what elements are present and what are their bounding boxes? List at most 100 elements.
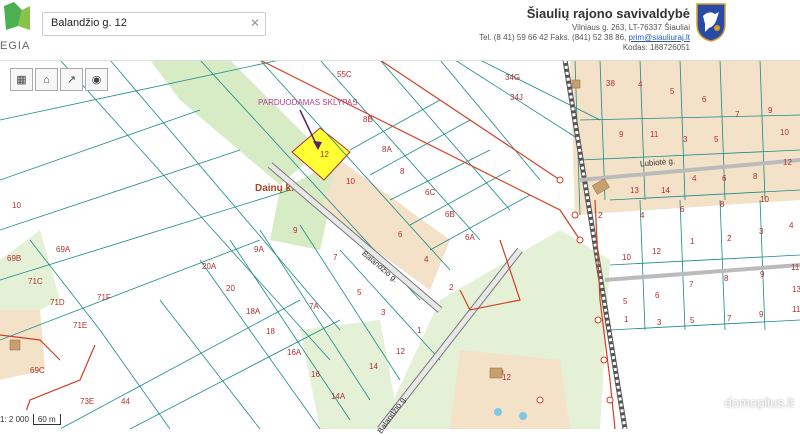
parcel-label: 71E	[73, 321, 88, 330]
parcel-label: 11	[791, 263, 800, 272]
organization-address: Vilniaus g. 263, LT-76337 Šiauliai	[571, 23, 690, 32]
parcel-label: 5	[714, 135, 719, 144]
scale-bar: 1: 2 000 60 m	[0, 410, 61, 429]
parcel-label: 1	[624, 315, 629, 324]
parcel-label: 12	[783, 158, 792, 167]
built-area	[450, 350, 570, 429]
app-logo: EGIA	[0, 0, 30, 60]
parcel-label: 7	[727, 314, 732, 323]
parcel-label: 11	[792, 305, 800, 314]
parcel-label: 14	[661, 186, 670, 195]
parcel-label: 9	[768, 106, 773, 115]
organization-contacts: Tel. (8 41) 59 66 42 Faks. (841) 52 38 8…	[479, 33, 690, 43]
map-canvas	[0, 60, 800, 429]
mouse-icon[interactable]: ⌂	[35, 68, 58, 91]
parcel-label: 18A	[246, 307, 261, 316]
parcel-label: 4	[692, 174, 697, 183]
parcel-label: 20A	[202, 262, 217, 271]
parcel-label: 4	[424, 255, 429, 264]
measure-icon[interactable]: ▦	[10, 68, 33, 91]
parcel-label: 55C	[337, 70, 352, 79]
parcel-label: 2	[727, 234, 732, 243]
parcel-label: 4	[640, 211, 645, 220]
parcel-label: 2	[449, 283, 454, 292]
parcel-label: 16A	[287, 348, 302, 357]
cadastral-map[interactable]	[0, 60, 800, 429]
parcel-label: 3	[381, 308, 386, 317]
parcel-label: 20	[226, 284, 235, 293]
map-toolbar: ▦ ⌂ ↗ ◉	[10, 68, 108, 91]
search-input[interactable]: Balandžio g. 12 ✕	[42, 12, 266, 36]
parcel-label: 6	[680, 205, 685, 214]
parcel-label: 8	[720, 200, 725, 209]
parcel-label: 6A	[465, 233, 475, 242]
parcel-label: 4	[638, 80, 643, 89]
logo-text: EGIA	[0, 40, 31, 52]
parcel-label: 6	[655, 291, 660, 300]
parcel-label: 8	[724, 274, 729, 283]
parcel-label: 12	[652, 247, 661, 256]
parcel-label: 14A	[331, 392, 346, 401]
parcel-label: 3	[683, 135, 688, 144]
parcel-label: 34J	[510, 93, 523, 102]
parcel-label: 13	[792, 285, 800, 294]
parcel-label: 8	[400, 167, 405, 176]
parcel-label: 5	[690, 316, 695, 325]
watermark: domoplius.lt	[724, 395, 794, 410]
parcel-label: 13	[630, 186, 639, 195]
parcel-label: 18	[266, 327, 275, 336]
parcel-label: 11	[650, 130, 659, 139]
scale-distance: 60 m	[32, 414, 61, 425]
parcel-label: 38	[606, 79, 615, 88]
parcel-label: 9	[759, 310, 764, 319]
parcel-label: 69C	[30, 366, 45, 375]
parcel-label: 6	[398, 230, 403, 239]
parcel-label: 10	[780, 128, 789, 137]
target-icon[interactable]: ◉	[85, 68, 108, 91]
parcel-label: 4	[789, 221, 794, 230]
clear-search-icon[interactable]: ✕	[250, 16, 260, 30]
parcel-label: 5	[623, 297, 628, 306]
parcel-label: 14	[369, 362, 378, 371]
organization-code: Kodas: 188726051	[622, 43, 690, 52]
parcel-label: 44	[121, 397, 130, 406]
phone-text: Tel. (8 41) 59 66 42 Faks. (841) 52 38 8…	[479, 33, 627, 42]
parcel-label: 7	[735, 110, 740, 119]
parcel-label: 71C	[28, 277, 43, 286]
parcel-label: 5	[357, 288, 362, 297]
parcel-label: 71F	[97, 293, 111, 302]
parcel-label: 8A	[382, 145, 392, 154]
parcel-label: 69B	[7, 254, 22, 263]
parcel-label: 9	[760, 270, 765, 279]
parcel-label: 12	[502, 373, 511, 382]
parcel-label: 8B	[363, 115, 373, 124]
organization-name: Šiaulių rajono savivaldybė	[526, 6, 690, 21]
parcel-label: 7	[689, 280, 694, 289]
parcel-label: 6	[702, 95, 707, 104]
parcel-label: 6C	[425, 188, 436, 197]
coat-of-arms-icon	[696, 3, 726, 42]
parcel-label: 34G	[505, 73, 521, 82]
parcel-label: 2	[598, 211, 603, 220]
scale-ratio: 1: 2 000	[0, 415, 29, 424]
export-icon[interactable]: ↗	[60, 68, 83, 91]
parcel-label: 9	[619, 130, 624, 139]
parcel-label: 12	[396, 347, 405, 356]
parcel-label: 7	[333, 253, 338, 262]
village-label: Dainų k.	[255, 183, 294, 194]
email-link[interactable]: prim@siauliuraj.lt	[629, 33, 690, 42]
road-side	[604, 263, 800, 282]
parcel-label: 12	[320, 150, 329, 159]
parcel-label: 10	[760, 195, 769, 204]
parcel-label: 10	[346, 177, 355, 186]
parcel-label: 9	[293, 226, 298, 235]
pond	[519, 412, 527, 420]
parcel-label: 6	[722, 174, 727, 183]
parcel-label: 1	[690, 237, 695, 246]
parcel-label: 10	[12, 201, 21, 210]
parcel-label: 10	[622, 253, 631, 262]
parcel-label: 9A	[254, 245, 264, 254]
parcel-label: 6B	[445, 210, 455, 219]
app-header: EGIA Balandžio g. 12 ✕ Šiaulių rajono sa…	[0, 0, 800, 61]
parcel-label: 69A	[56, 245, 71, 254]
